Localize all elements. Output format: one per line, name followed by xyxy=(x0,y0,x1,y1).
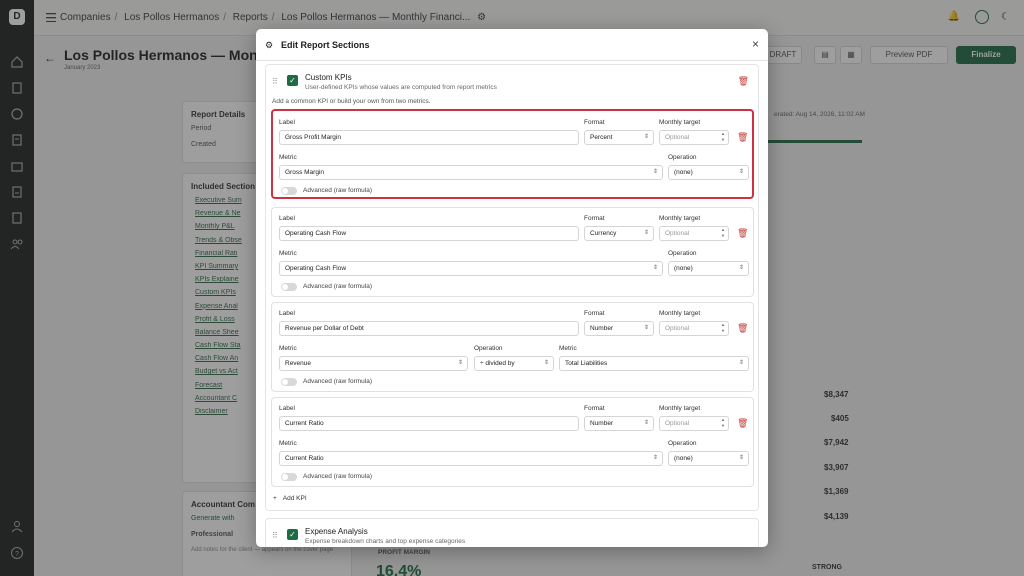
custom-kpis-checkbox[interactable]: ✓ xyxy=(287,75,298,86)
kpi-card: Label Revenue per Dollar of Debt Format … xyxy=(271,302,754,392)
operation-select[interactable]: (none) ⇕ xyxy=(668,261,749,276)
monthly-target-input[interactable]: Optional ▲ ▼ xyxy=(659,130,729,145)
target-field-label: Monthly target xyxy=(659,215,701,222)
target-field-label: Monthly target xyxy=(659,119,701,126)
edit-sections-modal: ⚙ Edit Report Sections × ⠿ ✓ Custom KPIs… xyxy=(256,29,768,547)
custom-kpis-section: ⠿ ✓ Custom KPIs User-defined KPIs whose … xyxy=(265,64,759,511)
operation-field-label: Operation xyxy=(474,345,503,352)
label-field-label: Label xyxy=(279,119,295,126)
format-select[interactable]: Number ⇕ xyxy=(584,321,654,336)
target-field-label: Monthly target xyxy=(659,405,701,412)
kpi-card: Label Current Ratio Format Number ⇕ Month… xyxy=(271,397,754,487)
expense-analysis-section: ⠿ ✓ Expense Analysis Expense breakdown c… xyxy=(265,518,759,547)
operation-select[interactable]: ÷ divided by ⇕ xyxy=(474,356,554,371)
kpi-hint: Add a common KPI or build your own from … xyxy=(272,98,431,105)
trash-icon[interactable]: 🗑 xyxy=(738,76,749,87)
modal-body: ⠿ ✓ Custom KPIs User-defined KPIs whose … xyxy=(256,62,768,547)
advanced-toggle[interactable] xyxy=(281,187,297,195)
monthly-target-input[interactable]: Optional ▲ ▼ xyxy=(659,321,729,336)
drag-handle-icon[interactable]: ⠿ xyxy=(272,77,278,86)
operation-field-label: Operation xyxy=(668,250,697,257)
operation-select[interactable]: (none) ⇕ xyxy=(668,451,749,466)
kpi-label-input[interactable]: Gross Profit Margin xyxy=(279,130,579,145)
metric-select[interactable]: Gross Margin ⇕ xyxy=(279,165,663,180)
close-icon[interactable]: × xyxy=(752,37,759,51)
monthly-target-input[interactable]: Optional ▲ ▼ xyxy=(659,226,729,241)
metric-field-label: Metric xyxy=(279,440,297,447)
operation-field-label: Operation xyxy=(668,440,697,447)
delete-kpi-icon[interactable]: 🗑 xyxy=(737,418,748,429)
kpi-label-input[interactable]: Revenue per Dollar of Debt xyxy=(279,321,579,336)
delete-kpi-icon[interactable]: 🗑 xyxy=(737,323,748,334)
operation-field-label: Operation xyxy=(668,154,697,161)
format-field-label: Format xyxy=(584,310,605,317)
metric-field-label: Metric xyxy=(279,345,297,352)
modal-title: Edit Report Sections xyxy=(281,40,370,50)
advanced-toggle[interactable] xyxy=(281,378,297,386)
advanced-toggle[interactable] xyxy=(281,283,297,291)
format-field-label: Format xyxy=(584,405,605,412)
monthly-target-input[interactable]: Optional ▲ ▼ xyxy=(659,416,729,431)
add-kpi-button[interactable]: + Add KPI xyxy=(273,495,307,502)
operation-select[interactable]: (none) ⇕ xyxy=(668,165,749,180)
format-select[interactable]: Currency ⇕ xyxy=(584,226,654,241)
label-field-label: Label xyxy=(279,215,295,222)
advanced-label: Advanced (raw formula) xyxy=(303,283,372,290)
kpi-card: Label Gross Profit Margin Format Percent… xyxy=(271,109,754,199)
format-select[interactable]: Percent ⇕ xyxy=(584,130,654,145)
label-field-label: Label xyxy=(279,405,295,412)
section-description: Expense breakdown charts and top expense… xyxy=(305,538,466,545)
plus-icon: + xyxy=(273,495,277,502)
metric-field-label: Metric xyxy=(279,154,297,161)
advanced-label: Advanced (raw formula) xyxy=(303,473,372,480)
gear-icon: ⚙ xyxy=(265,40,274,50)
section-description: User-defined KPIs whose values are compu… xyxy=(305,84,497,91)
section-title: Custom KPIs xyxy=(305,73,352,82)
target-field-label: Monthly target xyxy=(659,310,701,317)
advanced-label: Advanced (raw formula) xyxy=(303,187,372,194)
delete-kpi-icon[interactable]: 🗑 xyxy=(737,228,748,239)
label-field-label: Label xyxy=(279,310,295,317)
expense-analysis-checkbox[interactable]: ✓ xyxy=(287,529,298,540)
format-select[interactable]: Number ⇕ xyxy=(584,416,654,431)
format-field-label: Format xyxy=(584,215,605,222)
metric-select[interactable]: Revenue ⇕ xyxy=(279,356,468,371)
kpi-label-input[interactable]: Current Ratio xyxy=(279,416,579,431)
kpi-card: Label Operating Cash Flow Format Currenc… xyxy=(271,207,754,297)
advanced-label: Advanced (raw formula) xyxy=(303,378,372,385)
modal-header: ⚙ Edit Report Sections × xyxy=(256,29,768,61)
section-title: Expense Analysis xyxy=(305,527,368,536)
format-field-label: Format xyxy=(584,119,605,126)
drag-handle-icon[interactable]: ⠿ xyxy=(272,531,278,540)
metric-field-label: Metric xyxy=(279,250,297,257)
metric-select[interactable]: Current Ratio ⇕ xyxy=(279,451,663,466)
advanced-toggle[interactable] xyxy=(281,473,297,481)
metric2-select[interactable]: Total Liabilities ⇕ xyxy=(559,356,749,371)
metric2-field-label: Metric xyxy=(559,345,577,352)
delete-kpi-icon[interactable]: 🗑 xyxy=(737,132,748,143)
kpi-label-input[interactable]: Operating Cash Flow xyxy=(279,226,579,241)
metric-select[interactable]: Operating Cash Flow ⇕ xyxy=(279,261,663,276)
